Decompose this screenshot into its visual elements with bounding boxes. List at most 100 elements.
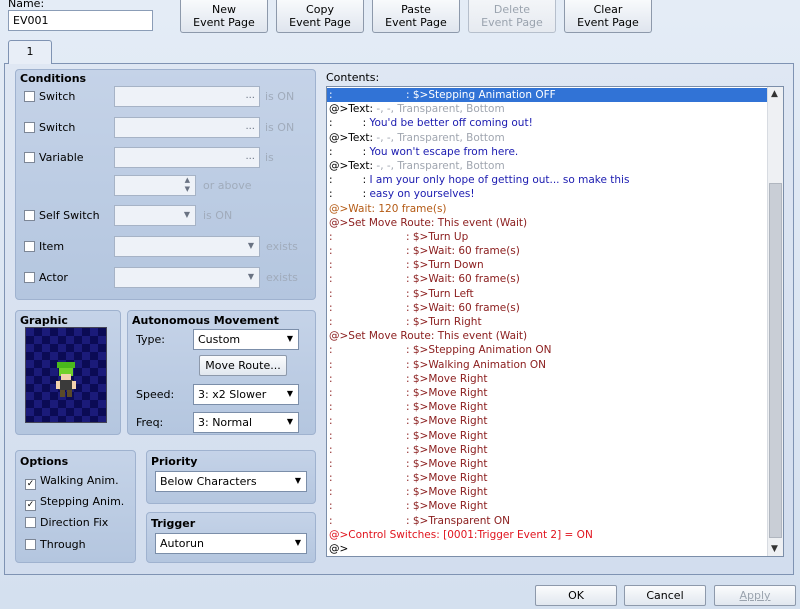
command-row[interactable]: : : $>Move Right [327,386,767,400]
command-row[interactable]: @>Set Move Route: This event (Wait) [327,329,767,343]
character-graphic[interactable] [25,327,107,423]
command-row[interactable]: : : $>Move Right [327,471,767,485]
command-row[interactable]: @>Text: -, -, Transparent, Bottom [327,131,767,145]
ok-button[interactable]: OK [535,585,617,606]
command-row[interactable]: : : $>Move Right [327,443,767,457]
command-row[interactable]: : : $>Move Right [327,499,767,513]
command-row[interactable]: : : You won't escape from here. [327,145,767,159]
walking-anim-label: Walking Anim. [40,474,119,487]
switch2-checkbox[interactable]: Switch [24,121,75,134]
stepper-down-icon: ▼ [184,185,190,193]
priority-select[interactable]: Below Characters ▼ [155,471,307,492]
freq-select[interactable]: 3: Normal ▼ [193,412,299,433]
item-exists: exists [266,240,298,253]
command-row[interactable]: : : $>Move Right [327,429,767,443]
command-row[interactable]: : : $>Move Right [327,457,767,471]
tab-page-1[interactable]: 1 [8,40,52,64]
scroll-up-icon[interactable]: ▲ [771,89,778,99]
checkbox-icon [24,91,35,102]
command-row[interactable]: : : $>Turn Up [327,230,767,244]
chevron-down-icon: ▼ [183,210,190,219]
command-row[interactable]: : : $>Turn Right [327,315,767,329]
command-row[interactable]: : : $>Wait: 60 frame(s) [327,244,767,258]
through-checkbox[interactable]: Through [25,538,86,551]
command-row[interactable]: : : $>Transparent ON [327,514,767,528]
switch1-checkbox[interactable]: Switch [24,90,75,103]
or-above-label: or above [203,179,252,192]
switch2-label: Switch [39,121,76,134]
ellipsis-icon: ... [245,90,255,101]
command-row[interactable]: : : $>Turn Down [327,258,767,272]
item-select[interactable]: ▼ [114,236,260,257]
self-switch-checkbox[interactable]: Self Switch [24,209,100,222]
scroll-down-icon[interactable]: ▼ [771,544,778,554]
command-row[interactable]: : : $>Stepping Animation OFF [327,88,767,103]
walking-anim-checkbox[interactable]: ✓ Walking Anim. [25,474,119,490]
trigger-title: Trigger [151,517,196,530]
item-checkbox[interactable]: Item [24,240,64,253]
check-icon: ✓ [25,500,36,511]
actor-checkbox[interactable]: Actor [24,271,68,284]
move-route-button[interactable]: Move Route... [199,355,287,376]
trigger-select[interactable]: Autorun ▼ [155,533,307,554]
command-row[interactable]: : : I am your only hope of getting out..… [327,173,767,187]
command-row[interactable]: @>Control Switches: [0001:Trigger Event … [327,528,767,542]
variable-label: Variable [39,151,84,164]
autonomous-title: Autonomous Movement [132,314,279,327]
clear-event-page-button[interactable]: Clear Event Page [564,0,652,33]
switch1-label: Switch [39,90,76,103]
command-row[interactable]: @> [327,542,767,556]
checkbox-icon [25,539,36,550]
actor-exists: exists [266,271,298,284]
stepping-anim-checkbox[interactable]: ✓ Stepping Anim. [25,495,124,511]
apply-button[interactable]: Apply [714,585,796,606]
command-row[interactable]: : : $>Walking Animation ON [327,358,767,372]
command-text: You'd be better off coming out! [369,117,533,130]
speed-label: Speed: [136,388,175,401]
speed-select[interactable]: 3: x2 Slower ▼ [193,384,299,405]
command-row[interactable]: @>Set Move Route: This event (Wait) [327,216,767,230]
scroll-thumb[interactable] [769,183,782,538]
command-row[interactable]: @>Text: -, -, Transparent, Bottom [327,102,767,116]
switch2-field[interactable]: ... [114,117,260,138]
command-row[interactable]: : : $>Move Right [327,485,767,499]
new-event-page-button[interactable]: New Event Page [180,0,268,33]
command-row[interactable]: : : $>Move Right [327,400,767,414]
priority-title: Priority [151,455,198,468]
delete-event-page-button[interactable]: Delete Event Page [468,0,556,33]
command-row[interactable]: : : $>Wait: 60 frame(s) [327,272,767,286]
command-row[interactable]: @>Wait: 120 frame(s) [327,202,767,216]
event-command-list[interactable]: : : $>Stepping Animation OFF @>Text: -, -… [326,86,784,557]
command-row[interactable]: : : $>Stepping Animation ON [327,343,767,357]
paste-event-page-button[interactable]: Paste Event Page [372,0,460,33]
chevron-down-icon: ▼ [247,241,254,250]
command-row[interactable]: : : You'd be better off coming out! [327,116,767,130]
event-command-rows: : : $>Stepping Animation OFF @>Text: -, -… [327,88,767,556]
command-row[interactable]: : : $>Wait: 60 frame(s) [327,301,767,315]
command-row[interactable]: : : easy on yourselves! [327,187,767,201]
stepping-anim-label: Stepping Anim. [40,495,125,508]
command-keyword: @>Text: [329,103,374,116]
actor-select[interactable]: ▼ [114,267,260,288]
command-row[interactable]: @>Text: -, -, Transparent, Bottom [327,159,767,173]
variable-field[interactable]: ... [114,147,260,168]
variable-value-stepper[interactable]: ▲ ▼ [114,175,196,196]
type-select[interactable]: Custom ▼ [193,329,299,350]
switch1-field[interactable]: ... [114,86,260,107]
command-indent: : : [329,188,370,201]
variable-checkbox[interactable]: Variable [24,151,84,164]
command-text: I am your only hope of getting out... so… [369,174,630,187]
speed-value: 3: x2 Slower [198,388,267,401]
name-input[interactable]: EV001 [8,10,153,31]
vertical-scrollbar[interactable]: ▲ ▼ [767,87,783,556]
self-switch-select[interactable]: ▼ [114,205,196,226]
command-indent: : : [329,117,370,130]
direction-fix-checkbox[interactable]: Direction Fix [25,516,108,529]
command-row[interactable]: : : $>Turn Left [327,287,767,301]
options-title: Options [20,455,69,468]
copy-event-page-button[interactable]: Copy Event Page [276,0,364,33]
cancel-button[interactable]: Cancel [624,585,706,606]
command-row[interactable]: : : $>Move Right [327,414,767,428]
command-row[interactable]: : : $>Move Right [327,372,767,386]
freq-label: Freq: [136,416,164,429]
